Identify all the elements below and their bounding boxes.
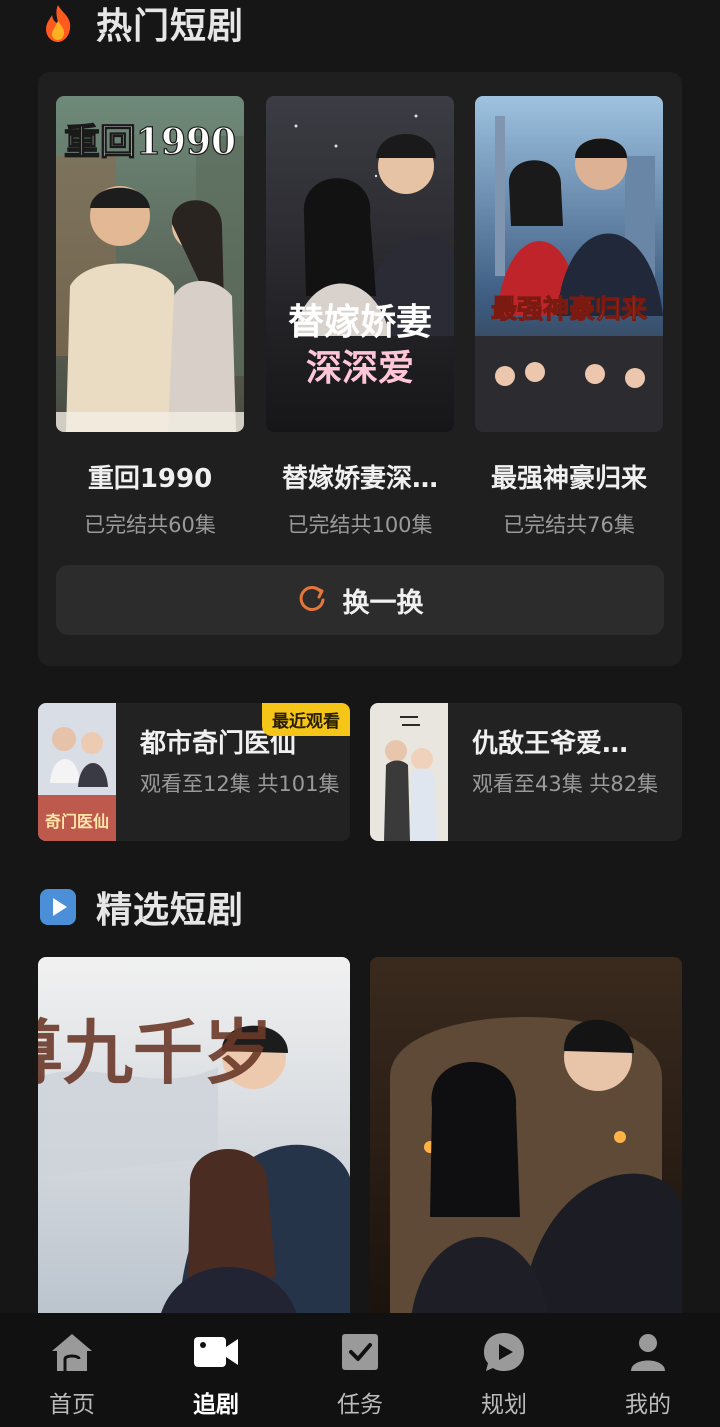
poster-title-text: 重回1990 — [64, 121, 236, 163]
poster-title-text: 替嫁娇妻 — [288, 301, 432, 343]
home-icon — [50, 1331, 94, 1377]
poster-title-text: 师尊九千岁 — [38, 1011, 273, 1094]
hot-dramas-panel: 重回1990 重回1990 已完结共60集 替嫁娇妻 深深爱 替嫁娇妻深… 已完… — [38, 72, 682, 666]
tab-tasks[interactable]: 任务 — [288, 1313, 432, 1427]
recent-drama-thumbnail — [370, 703, 448, 841]
hot-drama-card[interactable]: 重回1990 重回1990 已完结共60集 — [56, 96, 244, 539]
recently-watched-badge: 最近观看 — [262, 703, 350, 736]
featured-drama-poster[interactable]: 师尊九千岁 — [38, 957, 350, 1327]
video-camera-icon — [192, 1331, 240, 1377]
poster-title-text: 深深爱 — [306, 347, 414, 389]
recent-drama-thumbnail: 奇门医仙 — [38, 703, 116, 841]
bottom-tab-bar: 首页 追剧 任务 规划 我的 — [0, 1313, 720, 1427]
tab-follow[interactable]: 追剧 — [144, 1313, 288, 1427]
hot-drama-card[interactable]: 替嫁娇妻 深深爱 替嫁娇妻深… 已完结共100集 — [266, 96, 454, 539]
refresh-label: 换一换 — [342, 587, 424, 619]
play-icon — [38, 887, 78, 927]
drama-title: 重回1990 — [87, 464, 213, 494]
refresh-icon — [297, 583, 327, 617]
poster-title-text: 最强神豪归来 — [491, 294, 648, 325]
recent-drama-card[interactable]: 奇门医仙 都市奇门医仙 观看至12集 共101集 最近观看 — [38, 703, 350, 841]
tab-label: 追剧 — [193, 1392, 239, 1418]
featured-section-heading: 精选短剧 — [96, 890, 245, 931]
recent-drama-card[interactable]: 仇敌王爷爱… 观看至43集 共82集 — [370, 703, 682, 841]
recent-drama-title: 仇敌王爷爱… — [472, 729, 629, 759]
drama-poster[interactable]: 重回1990 — [56, 96, 244, 432]
drama-title: 替嫁娇妻深… — [281, 464, 438, 494]
tab-label: 首页 — [49, 1392, 95, 1418]
drama-episode-meta: 已完结共100集 — [287, 513, 433, 537]
drama-poster[interactable]: 替嫁娇妻 深深爱 — [266, 96, 454, 432]
play-bubble-icon — [482, 1331, 526, 1377]
tab-home[interactable]: 首页 — [0, 1313, 144, 1427]
drama-episode-meta: 已完结共60集 — [84, 513, 216, 537]
thumbnail-title-text: 奇门医仙 — [45, 812, 109, 831]
user-icon — [627, 1331, 669, 1377]
tab-profile[interactable]: 我的 — [576, 1313, 720, 1427]
hot-section-title: 热门短剧 — [38, 0, 244, 48]
recent-drama-progress: 观看至12集 共101集 — [140, 772, 340, 796]
refresh-button[interactable]: 换一换 — [56, 565, 664, 635]
fire-icon — [38, 3, 78, 43]
drama-poster[interactable]: 最强神豪归来 — [475, 96, 663, 432]
tab-label: 任务 — [337, 1392, 383, 1418]
featured-section-title: 精选短剧 — [38, 882, 244, 932]
recent-drama-progress: 观看至43集 共82集 — [472, 772, 659, 796]
task-check-icon — [339, 1331, 381, 1377]
drama-title: 最强神豪归来 — [490, 464, 647, 494]
tab-label: 规划 — [481, 1392, 527, 1418]
tab-label: 我的 — [625, 1392, 671, 1418]
hot-section-heading: 热门短剧 — [96, 6, 245, 47]
featured-drama-poster[interactable] — [370, 957, 682, 1327]
drama-episode-meta: 已完结共76集 — [503, 513, 635, 537]
tab-plan[interactable]: 规划 — [432, 1313, 576, 1427]
hot-drama-card[interactable]: 最强神豪归来 最强神豪归来 已完结共76集 — [475, 96, 663, 539]
